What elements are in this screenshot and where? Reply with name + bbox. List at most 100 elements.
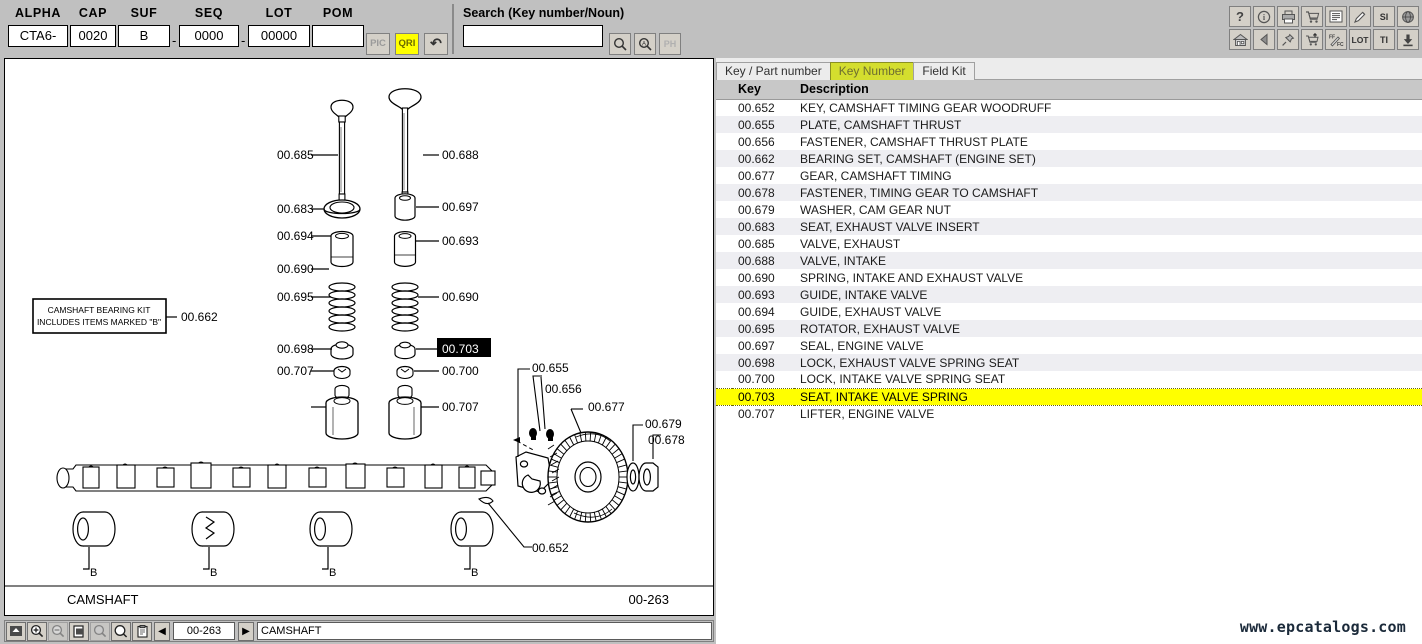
diagram-panel[interactable]: CAMSHAFT BEARING KIT INCLUDES ITEMS MARK… bbox=[4, 58, 714, 616]
cell-description: LIFTER, ENGINE VALVE bbox=[794, 405, 1422, 422]
callout-left-2: 00.694 bbox=[277, 229, 314, 243]
callout-right-0: 00.688 bbox=[442, 148, 479, 162]
tab-field-kit[interactable]: Field Kit bbox=[913, 62, 975, 80]
table-row[interactable]: 00.703 SEAT, INTAKE VALVE SPRING bbox=[716, 387, 1422, 406]
field-lot-input[interactable]: 00000 bbox=[248, 25, 310, 47]
fit-width-button[interactable] bbox=[6, 621, 26, 641]
ph-button[interactable]: PH bbox=[659, 33, 681, 55]
search-icon[interactable] bbox=[609, 33, 631, 55]
ti-button[interactable]: TI bbox=[1373, 29, 1395, 50]
camshaft-body bbox=[56, 461, 496, 492]
parts-table-body: 00.652 KEY, CAMSHAFT TIMING GEAR WOODRUFF… bbox=[716, 99, 1422, 422]
field-cap-input[interactable]: 0020 bbox=[70, 25, 116, 47]
page-caption-input[interactable]: CAMSHAFT bbox=[257, 622, 712, 640]
timing-gear bbox=[547, 431, 629, 523]
cell-key: 00.700 bbox=[732, 371, 794, 388]
field-cap-label: CAP bbox=[78, 6, 108, 20]
field-pom: POM bbox=[312, 6, 364, 47]
table-row[interactable]: 00.694 GUIDE, EXHAUST VALVE bbox=[716, 303, 1422, 320]
row-gutter bbox=[716, 387, 732, 406]
table-row[interactable]: 00.652 KEY, CAMSHAFT TIMING GEAR WOODRUFF bbox=[716, 99, 1422, 116]
field-seq-input[interactable]: 0000 bbox=[179, 25, 239, 47]
help-icon[interactable]: ? bbox=[1229, 6, 1251, 27]
field-alpha-input[interactable]: CTA6- bbox=[8, 25, 68, 47]
table-row[interactable]: 00.707 LIFTER, ENGINE VALVE bbox=[716, 405, 1422, 422]
prev-page-button[interactable]: ◀ bbox=[154, 621, 170, 641]
fit-page-button[interactable] bbox=[69, 621, 89, 641]
diagram-caption: CAMSHAFT bbox=[67, 592, 139, 607]
cell-key: 00.652 bbox=[732, 99, 794, 116]
column-header-gutter[interactable] bbox=[716, 80, 732, 100]
back-arrow-icon[interactable] bbox=[1253, 29, 1275, 50]
info-icon[interactable]: i bbox=[1253, 6, 1275, 27]
pic-button[interactable]: PIC bbox=[366, 33, 390, 55]
column-header-key[interactable]: Key bbox=[732, 80, 794, 100]
add-to-cart-icon[interactable] bbox=[1301, 29, 1323, 50]
table-row[interactable]: 00.700 LOCK, INTAKE VALVE SPRING SEAT bbox=[716, 371, 1422, 388]
advanced-search-icon[interactable]: A bbox=[634, 33, 656, 55]
table-row[interactable]: 00.662 BEARING SET, CAMSHAFT (ENGINE SET) bbox=[716, 150, 1422, 167]
table-row[interactable]: 00.698 LOCK, EXHAUST VALVE SPRING SEAT bbox=[716, 354, 1422, 371]
cell-key: 00.697 bbox=[732, 337, 794, 354]
download-icon[interactable] bbox=[1397, 29, 1419, 50]
field-cap: CAP 0020 bbox=[70, 6, 116, 47]
row-gutter bbox=[716, 354, 732, 371]
table-row[interactable]: 00.683 SEAT, EXHAUST VALVE INSERT bbox=[716, 218, 1422, 235]
field-alpha-label: ALPHA bbox=[14, 6, 62, 20]
lot-button[interactable]: LOT bbox=[1349, 29, 1371, 50]
zoom-out-button[interactable] bbox=[48, 621, 68, 641]
parts-list-panel: Key / Part number Key Number Field Kit K… bbox=[716, 58, 1422, 644]
table-row[interactable]: 00.690 SPRING, INTAKE AND EXHAUST VALVE bbox=[716, 269, 1422, 286]
field-pom-input[interactable] bbox=[312, 25, 364, 47]
svg-text:A: A bbox=[641, 41, 645, 47]
table-row[interactable]: 00.685 VALVE, EXHAUST bbox=[716, 235, 1422, 252]
parts-table-container[interactable]: Key Description 00.652 KEY, CAMSHAFT TIMI… bbox=[716, 80, 1422, 644]
list-icon[interactable] bbox=[1325, 6, 1347, 27]
callout-00677: 00.677 bbox=[588, 400, 625, 414]
si-button[interactable]: SI bbox=[1373, 6, 1395, 27]
row-gutter bbox=[716, 99, 732, 116]
cell-key: 00.683 bbox=[732, 218, 794, 235]
cell-description: VALVE, EXHAUST bbox=[794, 235, 1422, 252]
zoom-in-button[interactable] bbox=[27, 621, 47, 641]
search-input[interactable] bbox=[463, 25, 603, 47]
table-row[interactable]: 00.697 SEAL, ENGINE VALVE bbox=[716, 337, 1422, 354]
pan-button[interactable] bbox=[111, 621, 131, 641]
table-header-row: Key Description bbox=[716, 80, 1422, 100]
page-number-input[interactable]: 00-263 bbox=[173, 622, 235, 640]
field-suf-input[interactable]: B bbox=[118, 25, 170, 47]
home-icon[interactable] bbox=[1229, 29, 1251, 50]
undo-icon[interactable]: ↶ bbox=[424, 33, 448, 55]
field-alpha: ALPHA CTA6- bbox=[8, 6, 68, 47]
table-row[interactable]: 00.695 ROTATOR, EXHAUST VALVE bbox=[716, 320, 1422, 337]
row-gutter bbox=[716, 303, 732, 320]
table-row[interactable]: 00.679 WASHER, CAM GEAR NUT bbox=[716, 201, 1422, 218]
callout-right-highlight: 00.703 bbox=[442, 342, 479, 356]
table-row[interactable]: 00.693 GUIDE, INTAKE VALVE bbox=[716, 286, 1422, 303]
ff-fc-icon[interactable]: FF FC bbox=[1325, 29, 1347, 50]
tab-key-part-number[interactable]: Key / Part number bbox=[716, 62, 831, 80]
next-page-button[interactable]: ▶ bbox=[238, 621, 254, 641]
column-header-description[interactable]: Description bbox=[794, 80, 1422, 100]
diagram-page-number: 00-263 bbox=[628, 592, 669, 607]
callout-left-3: 00.690 bbox=[277, 262, 314, 276]
copy-clipboard-button[interactable] bbox=[132, 621, 152, 641]
table-row[interactable]: 00.678 FASTENER, TIMING GEAR TO CAMSHAFT bbox=[716, 184, 1422, 201]
table-row[interactable]: 00.656 FASTENER, CAMSHAFT THRUST PLATE bbox=[716, 133, 1422, 150]
cell-description: FASTENER, CAMSHAFT THRUST PLATE bbox=[794, 133, 1422, 150]
cell-description: FASTENER, TIMING GEAR TO CAMSHAFT bbox=[794, 184, 1422, 201]
pin-icon[interactable] bbox=[1277, 29, 1299, 50]
cart-icon[interactable] bbox=[1301, 6, 1323, 27]
tab-key-number[interactable]: Key Number bbox=[829, 62, 915, 80]
table-row[interactable]: 00.677 GEAR, CAMSHAFT TIMING bbox=[716, 167, 1422, 184]
callout-00655: 00.655 bbox=[532, 361, 569, 375]
callout-00662: 00.662 bbox=[181, 310, 218, 324]
table-row[interactable]: 00.655 PLATE, CAMSHAFT THRUST bbox=[716, 116, 1422, 133]
separator-dash-2: - bbox=[241, 33, 246, 48]
edit-pencil-icon[interactable] bbox=[1349, 6, 1371, 27]
print-icon[interactable] bbox=[1277, 6, 1299, 27]
qri-button[interactable]: QRI bbox=[395, 33, 419, 55]
globe-icon[interactable] bbox=[1397, 6, 1419, 27]
zoom-area-button[interactable] bbox=[90, 621, 110, 641]
table-row[interactable]: 00.688 VALVE, INTAKE bbox=[716, 252, 1422, 269]
